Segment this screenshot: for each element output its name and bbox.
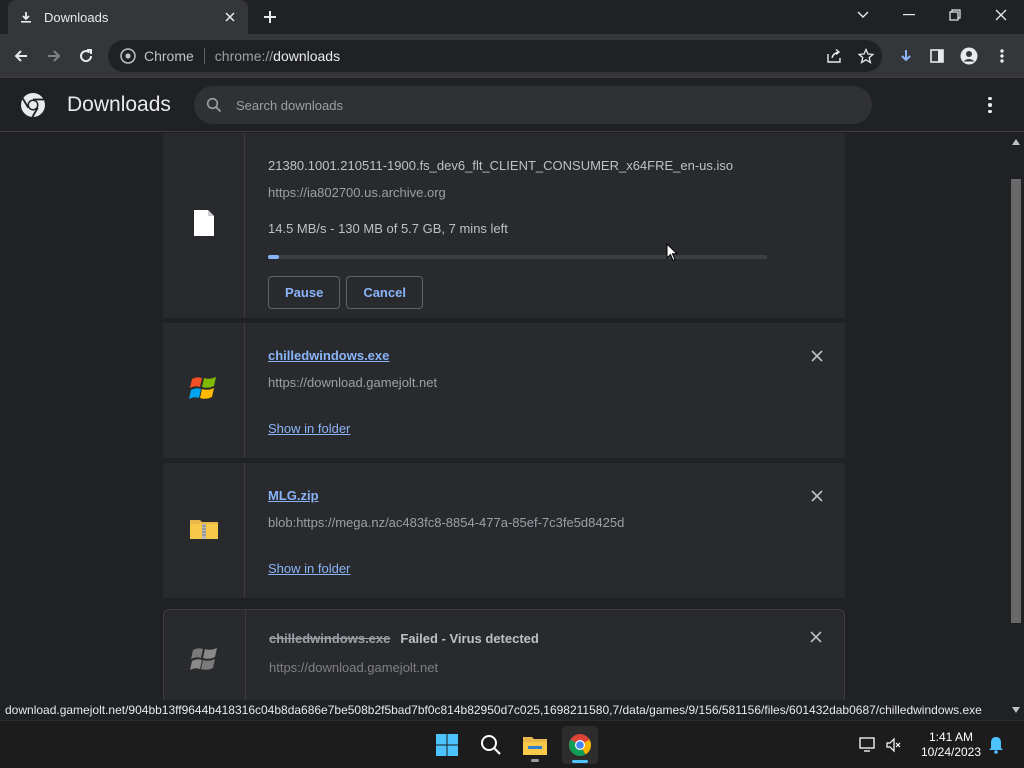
remove-icon[interactable] (811, 489, 825, 503)
zip-folder-icon (189, 516, 219, 545)
tab-search-icon[interactable] (840, 0, 886, 30)
forward-button[interactable] (41, 43, 67, 69)
downloads-list: 21380.1001.210511-1900.fs_dev6_flt_CLIEN… (0, 133, 1008, 700)
clock-date: 10/24/2023 (920, 745, 982, 759)
tab-strip: Downloads (0, 0, 1024, 34)
show-in-folder-link[interactable]: Show in folder (268, 561, 350, 576)
new-tab-button[interactable] (258, 6, 282, 28)
back-button[interactable] (8, 43, 34, 69)
start-windows-icon[interactable] (431, 729, 463, 761)
chrome-logo-icon (120, 48, 136, 64)
volume-muted-icon[interactable] (882, 729, 906, 761)
progress-fill (268, 255, 280, 259)
reload-button[interactable] (73, 43, 99, 69)
tab-title: Downloads (44, 9, 109, 25)
pause-button[interactable]: Pause (268, 276, 341, 309)
progress-text: 14.5 MB/s - 130 MB of 5.7 GB, 7 mins lef… (268, 221, 508, 236)
source-url: blob:https://mega.nz/ac483fc8-8854-477a-… (268, 515, 625, 530)
file-name: chilledwindows.exe (269, 631, 391, 646)
divider (203, 48, 205, 64)
file-name-link[interactable]: chilledwindows.exe (268, 348, 825, 363)
browser-toolbar: Chrome chrome://downloads (0, 34, 1024, 78)
windows-flag-icon (188, 374, 219, 407)
taskbar: 1:41 AM 10/24/2023 (0, 720, 1024, 768)
page-title: Downloads (67, 93, 171, 116)
active-indicator (572, 760, 588, 763)
search-box[interactable] (194, 86, 872, 124)
scrollbar[interactable] (1008, 133, 1024, 719)
downloads-header: Downloads (0, 78, 1024, 132)
close-icon[interactable] (222, 9, 238, 25)
url-scheme: chrome:// (214, 48, 274, 64)
list-item: chilledwindows.exe https://download.game… (163, 323, 845, 458)
download-indicator-icon[interactable] (893, 43, 919, 69)
address-bar[interactable]: Chrome chrome://downloads (108, 40, 882, 72)
scroll-down-icon[interactable] (1012, 707, 1020, 713)
file-name: 21380.1001.210511-1900.fs_dev6_flt_CLIEN… (268, 158, 734, 173)
file-icon (193, 209, 215, 242)
remove-icon[interactable] (810, 630, 824, 644)
file-icon-column (163, 323, 245, 458)
list-item: 21380.1001.210511-1900.fs_dev6_flt_CLIEN… (163, 133, 845, 318)
download-icon (18, 9, 34, 25)
file-icon-column (163, 133, 245, 318)
close-window-button[interactable] (978, 0, 1024, 30)
share-icon[interactable] (821, 43, 847, 69)
progress-bar (268, 255, 767, 259)
remove-icon[interactable] (811, 349, 825, 363)
restore-button[interactable] (932, 0, 978, 30)
notification-bell-icon[interactable] (984, 729, 1008, 761)
status-url-bubble: download.gamejolt.net/904bb13ff9644b4183… (0, 700, 1008, 720)
profile-avatar-icon[interactable] (956, 43, 982, 69)
clock[interactable]: 1:41 AM 10/24/2023 (912, 730, 990, 760)
browser-menu-icon[interactable] (989, 43, 1015, 69)
minimize-button[interactable] (886, 0, 932, 30)
chrome-logo-icon (20, 92, 46, 118)
cancel-button[interactable]: Cancel (346, 276, 423, 309)
source-url: https://ia802700.us.archive.org (268, 185, 446, 200)
show-in-folder-link[interactable]: Show in folder (268, 421, 350, 436)
network-icon[interactable] (856, 729, 880, 761)
running-indicator (531, 759, 539, 762)
bookmark-star-icon[interactable] (853, 43, 879, 69)
status-text: Failed - Virus detected (400, 631, 539, 646)
search-icon (206, 97, 222, 113)
file-icon-column (163, 463, 245, 598)
clock-time: 1:41 AM (928, 730, 974, 744)
site-label: Chrome (144, 48, 194, 64)
chrome-taskbar-icon[interactable] (562, 726, 598, 764)
list-item: chilledwindows.exe Failed - Virus detecte… (163, 609, 845, 700)
file-explorer-icon[interactable] (519, 729, 551, 762)
more-actions-icon[interactable] (980, 93, 1000, 117)
file-icon-column (164, 610, 246, 700)
file-name-link[interactable]: MLG.zip (268, 488, 825, 503)
list-item: MLG.zip blob:https://mega.nz/ac483fc8-88… (163, 463, 845, 598)
scroll-up-icon[interactable] (1012, 139, 1020, 145)
search-icon[interactable] (475, 729, 507, 761)
tab-downloads[interactable]: Downloads (8, 0, 248, 34)
source-url: https://download.gamejolt.net (269, 660, 439, 675)
side-panel-icon[interactable] (924, 43, 950, 69)
scrollbar-thumb[interactable] (1011, 179, 1021, 623)
url-host: downloads (273, 48, 341, 64)
cursor-icon (666, 242, 679, 267)
source-url: https://download.gamejolt.net (268, 375, 438, 390)
windows-flag-icon (189, 645, 220, 678)
search-input[interactable] (236, 97, 836, 113)
